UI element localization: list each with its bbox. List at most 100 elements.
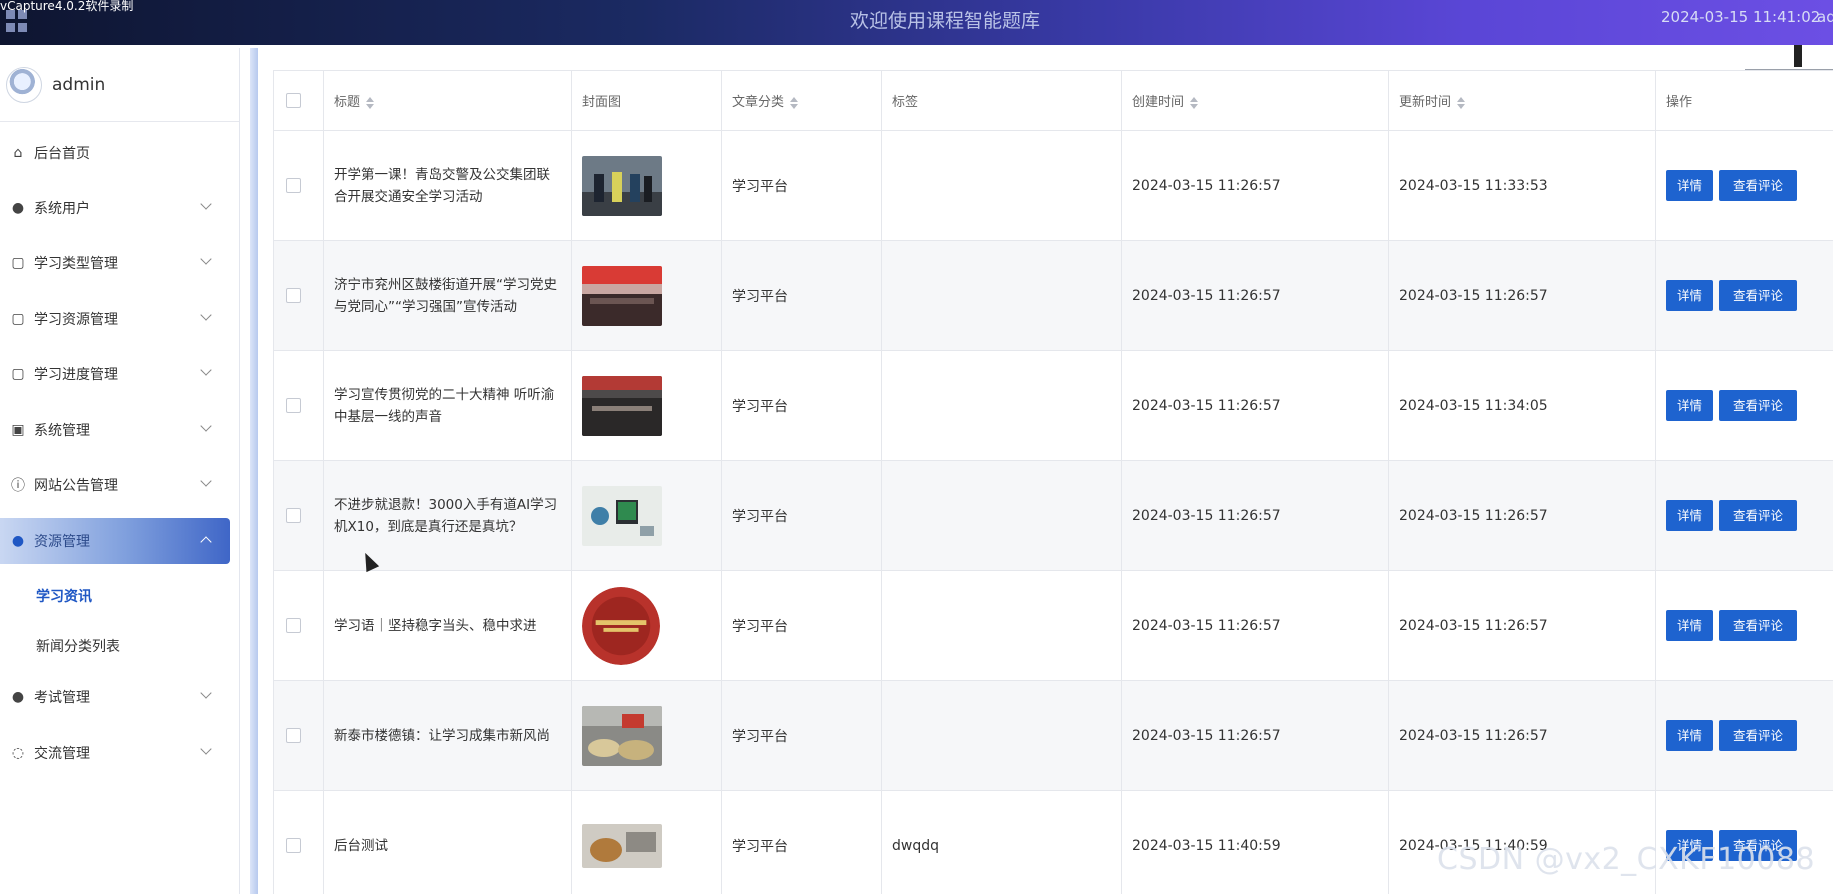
row-title: 学习宣传贯彻党的二十大精神 听听渝中基层一线的声音 [323,350,572,461]
table-row: 学习语｜坚持稳字当头、稳中求进 学习平台 2024-03-15 11:26:57… [273,570,1833,681]
column-header-cover: 封面图 [571,70,722,131]
submenu-item-study-news[interactable]: 学习资讯 [36,586,92,606]
view-comments-button[interactable]: 查看评论 [1719,500,1798,531]
detail-button[interactable]: 详情 [1666,500,1714,531]
row-created: 2024-03-15 11:26:57 [1121,680,1389,791]
sidebar-item-home[interactable]: ⌂ 后台首页 [0,130,230,176]
cover-thumbnail[interactable] [582,586,660,665]
home-icon: ⌂ [13,145,23,161]
column-header-created[interactable]: 创建时间 [1121,70,1389,131]
sort-icon[interactable] [366,96,375,109]
sidebar-item-communication[interactable]: ◌ 交流管理 [0,730,230,776]
table-row: 济宁市兖州区鼓楼街道开展“学习党史 与党同心”“学习强国”宣传活动 学习平台 2… [273,240,1833,351]
chevron-down-icon [200,364,212,376]
chevron-down-icon [200,743,212,755]
sidebar-item-study-types[interactable]: ▢ 学习类型管理 [0,240,230,286]
cover-thumbnail[interactable] [582,265,662,326]
row-updated: 2024-03-15 11:26:57 [1388,460,1656,571]
row-updated: 2024-03-15 11:26:57 [1388,240,1656,351]
row-category: 学习平台 [721,790,882,894]
sidebar-item-study-resources[interactable]: ▢ 学习资源管理 [0,296,230,342]
detail-button[interactable]: 详情 [1666,280,1714,311]
sort-icon[interactable] [1190,96,1199,109]
row-title: 后台测试 [323,790,572,894]
sidebar-username: admin [52,74,106,95]
detail-button[interactable]: 详情 [1666,610,1714,641]
row-updated: 2024-03-15 11:26:57 [1388,570,1656,681]
row-title: 开学第一课！青岛交警及公交集团联合开展交通安全学习活动 [323,130,572,241]
chevron-down-icon [200,198,212,210]
detail-button[interactable]: 详情 [1666,390,1714,421]
submenu-item-news-categories[interactable]: 新闻分类列表 [36,636,120,656]
chevron-down-icon [200,475,212,487]
row-category: 学习平台 [721,240,882,351]
avatar[interactable] [6,66,42,103]
row-tags [881,460,1122,571]
sidebar-item-resources[interactable]: ● 资源管理 [0,518,230,564]
row-created: 2024-03-15 11:40:59 [1121,790,1389,894]
row-category: 学习平台 [721,350,882,461]
column-header-updated[interactable]: 更新时间 [1388,70,1656,131]
row-tags [881,130,1122,241]
view-comments-button[interactable]: 查看评论 [1719,170,1798,201]
sort-icon[interactable] [790,96,799,109]
cover-thumbnail[interactable] [582,375,662,436]
row-tags [881,350,1122,461]
top-header: vCapture4.0.2软件录制 欢迎使用课程智能题库 2024-03-15 … [0,0,1833,45]
row-checkbox[interactable] [286,508,301,523]
row-tags [881,240,1122,351]
row-created: 2024-03-15 11:26:57 [1121,130,1389,241]
row-title: 新泰市楼德镇：让学习成集市新风尚 [323,680,572,791]
detail-button[interactable]: 详情 [1666,720,1714,751]
bulb-icon: ● [11,533,25,549]
tag-icon: ▢ [11,311,25,327]
table-row: 学习宣传贯彻党的二十大精神 听听渝中基层一线的声音 学习平台 2024-03-1… [273,350,1833,461]
row-updated: 2024-03-15 11:26:57 [1388,680,1656,791]
sidebar-item-label: 学习类型管理 [34,256,118,272]
row-category: 学习平台 [721,680,882,791]
row-category: 学习平台 [721,130,882,241]
row-created: 2024-03-15 11:26:57 [1121,460,1389,571]
sidebar-item-study-progress[interactable]: ▢ 学习进度管理 [0,351,230,397]
sidebar-item-label: 考试管理 [34,690,90,706]
view-comments-button[interactable]: 查看评论 [1719,390,1798,421]
header-username[interactable]: ad [1817,8,1833,26]
column-header-title[interactable]: 标题 [323,70,572,131]
row-checkbox[interactable] [286,838,301,853]
cover-thumbnail[interactable] [582,485,662,546]
sort-icon[interactable] [1457,96,1466,109]
select-all-cell [273,70,324,131]
view-comments-button[interactable]: 查看评论 [1719,610,1798,641]
row-checkbox[interactable] [286,398,301,413]
row-created: 2024-03-15 11:26:57 [1121,350,1389,461]
row-category: 学习平台 [721,460,882,571]
detail-button[interactable]: 详情 [1666,170,1714,201]
sidebar-item-system-admin[interactable]: ▣ 系统管理 [0,407,230,453]
cover-thumbnail[interactable] [582,155,662,216]
column-header-category[interactable]: 文章分类 [721,70,882,131]
sidebar-item-announcements[interactable]: ⓘ 网站公告管理 [0,462,230,508]
page-title: 欢迎使用课程智能题库 [850,10,1041,32]
chevron-down-icon [200,687,212,699]
column-header-tags: 标签 [881,70,1122,131]
profile-block: admin [0,48,239,122]
corner-figure-icon [1794,45,1802,67]
table-header-row: 标题 封面图 文章分类 标签 创建时间 更新时间 操作 [273,70,1833,131]
row-checkbox[interactable] [286,728,301,743]
sidebar-item-label: 网站公告管理 [34,478,118,494]
row-checkbox[interactable] [286,288,301,303]
cover-thumbnail[interactable] [582,705,662,766]
row-created: 2024-03-15 11:26:57 [1121,240,1389,351]
sidebar-item-label: 后台首页 [34,146,90,162]
row-updated: 2024-03-15 11:34:05 [1388,350,1656,461]
select-all-checkbox[interactable] [286,93,301,108]
sidebar-item-exams[interactable]: ● 考试管理 [0,674,230,720]
row-checkbox[interactable] [286,178,301,193]
row-checkbox[interactable] [286,618,301,633]
view-comments-button[interactable]: 查看评论 [1719,720,1798,751]
cover-thumbnail[interactable] [582,823,662,868]
watermark: CSDN @vx2_CXKF10088 [1437,842,1816,877]
sidebar-item-system-users[interactable]: ● 系统用户 [0,185,230,231]
view-comments-button[interactable]: 查看评论 [1719,280,1798,311]
table-row: 不进步就退款！3000入手有道AI学习机X10，到底是真行还是真坑？ 学习平台 … [273,460,1833,571]
